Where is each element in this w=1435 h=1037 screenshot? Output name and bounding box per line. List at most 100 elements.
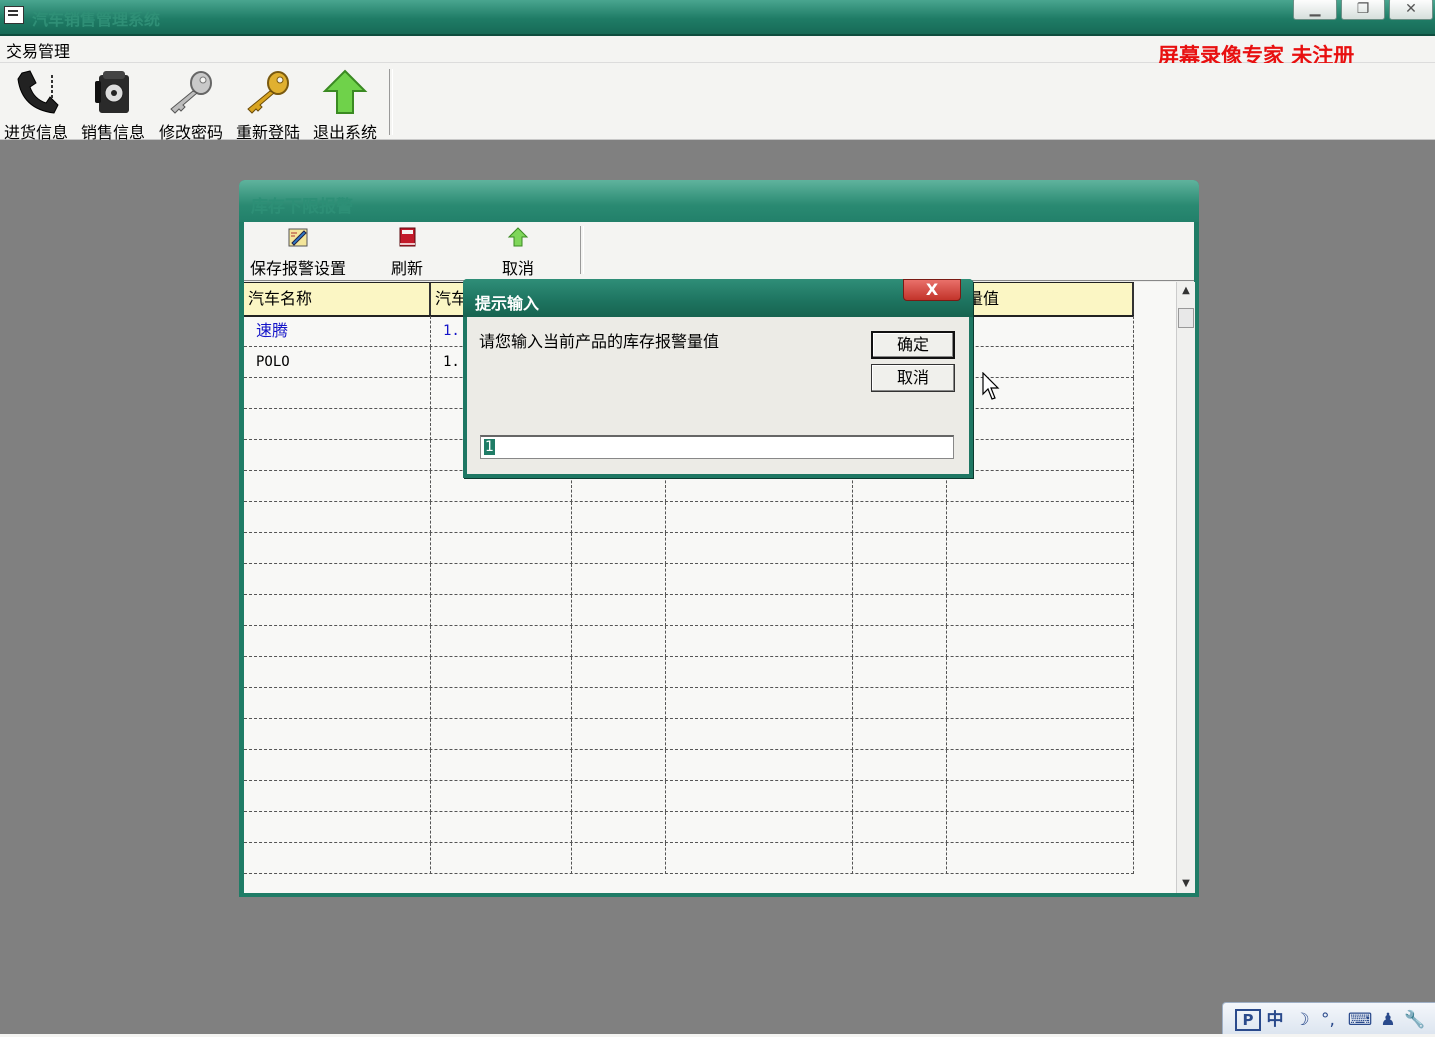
restore-button[interactable]: ❐ <box>1341 0 1385 20</box>
table-cell[interactable] <box>572 657 666 688</box>
table-cell[interactable] <box>431 564 572 595</box>
alarm-value-input[interactable]: 1 <box>480 435 954 459</box>
table-cell[interactable] <box>431 595 572 626</box>
dialog-title-bar[interactable]: 提示输入 X <box>463 279 973 317</box>
table-row[interactable] <box>244 595 1134 626</box>
table-cell[interactable] <box>431 657 572 688</box>
table-cell[interactable] <box>244 440 431 471</box>
table-cell[interactable] <box>431 812 572 843</box>
table-cell[interactable] <box>853 843 947 874</box>
user-icon[interactable]: ♟ <box>1377 1009 1399 1031</box>
table-cell[interactable] <box>572 502 666 533</box>
exit-system-button[interactable]: 退出系统 <box>306 67 384 142</box>
table-cell[interactable] <box>947 440 1134 471</box>
table-cell[interactable] <box>853 750 947 781</box>
table-cell[interactable] <box>947 750 1134 781</box>
table-cell[interactable] <box>572 843 666 874</box>
table-cell[interactable] <box>853 564 947 595</box>
table-cell[interactable] <box>572 781 666 812</box>
grid-vertical-scrollbar[interactable]: ▲ ▼ <box>1176 282 1195 893</box>
header-car-name[interactable]: 汽车名称 <box>244 283 431 315</box>
table-cell[interactable] <box>244 843 431 874</box>
table-cell[interactable] <box>947 812 1134 843</box>
moon-icon[interactable]: ☽ <box>1291 1009 1313 1031</box>
keyboard-icon[interactable]: ⌨ <box>1347 1009 1373 1031</box>
cell-car-name[interactable]: 速腾 <box>244 316 431 347</box>
table-row[interactable] <box>244 812 1134 843</box>
table-cell[interactable] <box>431 843 572 874</box>
dialog-close-button[interactable]: X <box>903 279 961 301</box>
table-cell[interactable] <box>947 316 1134 347</box>
inventory-alarm-title-bar[interactable]: 库存下限报警 <box>239 180 1199 222</box>
table-cell[interactable] <box>853 812 947 843</box>
table-row[interactable] <box>244 657 1134 688</box>
table-cell[interactable] <box>244 409 431 440</box>
table-row[interactable] <box>244 502 1134 533</box>
table-cell[interactable] <box>666 812 853 843</box>
table-cell[interactable] <box>947 471 1134 502</box>
table-cell[interactable] <box>572 812 666 843</box>
table-cell[interactable] <box>431 502 572 533</box>
table-cell[interactable] <box>431 781 572 812</box>
ime-chinese-mode[interactable]: 中 <box>1263 1009 1287 1031</box>
table-cell[interactable] <box>853 502 947 533</box>
table-cell[interactable] <box>244 750 431 781</box>
table-row[interactable] <box>244 564 1134 595</box>
table-row[interactable] <box>244 750 1134 781</box>
table-cell[interactable] <box>244 502 431 533</box>
change-password-button[interactable]: 修改密码 <box>152 67 230 142</box>
table-cell[interactable] <box>666 719 853 750</box>
close-button[interactable]: ✕ <box>1389 0 1433 20</box>
table-cell[interactable] <box>947 688 1134 719</box>
table-cell[interactable] <box>666 750 853 781</box>
table-cell[interactable] <box>947 409 1134 440</box>
alarm-cancel-button[interactable]: 取消 <box>493 226 543 278</box>
refresh-button[interactable]: 刷新 <box>382 226 432 278</box>
table-cell[interactable] <box>853 595 947 626</box>
table-cell[interactable] <box>947 595 1134 626</box>
table-cell[interactable] <box>666 657 853 688</box>
table-cell[interactable] <box>244 626 431 657</box>
table-row[interactable] <box>244 533 1134 564</box>
table-cell[interactable] <box>572 564 666 595</box>
table-row[interactable] <box>244 719 1134 750</box>
sales-info-button[interactable]: 销售信息 <box>74 67 152 142</box>
table-cell[interactable] <box>431 533 572 564</box>
table-cell[interactable] <box>947 657 1134 688</box>
scroll-thumb[interactable] <box>1178 308 1194 328</box>
table-cell[interactable] <box>666 688 853 719</box>
table-cell[interactable] <box>666 781 853 812</box>
table-cell[interactable] <box>947 564 1134 595</box>
table-row[interactable] <box>244 843 1134 874</box>
table-cell[interactable] <box>431 626 572 657</box>
table-cell[interactable] <box>666 564 853 595</box>
table-cell[interactable] <box>244 471 431 502</box>
table-cell[interactable] <box>244 688 431 719</box>
cell-car-name[interactable]: POLO <box>244 347 431 378</box>
table-cell[interactable] <box>666 626 853 657</box>
table-cell[interactable] <box>431 688 572 719</box>
table-cell[interactable] <box>572 750 666 781</box>
table-cell[interactable] <box>853 719 947 750</box>
table-cell[interactable] <box>431 719 572 750</box>
table-cell[interactable] <box>244 657 431 688</box>
table-cell[interactable] <box>947 626 1134 657</box>
table-row[interactable] <box>244 688 1134 719</box>
punctuation-icon[interactable]: °, <box>1317 1009 1339 1031</box>
table-cell[interactable] <box>244 595 431 626</box>
table-cell[interactable] <box>947 719 1134 750</box>
table-cell[interactable] <box>244 564 431 595</box>
table-cell[interactable] <box>431 750 572 781</box>
table-cell[interactable] <box>947 781 1134 812</box>
table-cell[interactable] <box>947 533 1134 564</box>
table-cell[interactable] <box>853 533 947 564</box>
table-cell[interactable] <box>244 378 431 409</box>
dialog-cancel-button[interactable]: 取消 <box>871 364 955 392</box>
table-cell[interactable] <box>666 843 853 874</box>
table-cell[interactable] <box>947 347 1134 378</box>
table-cell[interactable] <box>572 688 666 719</box>
purchase-info-button[interactable]: 进货信息 <box>0 67 75 142</box>
table-row[interactable] <box>244 626 1134 657</box>
table-cell[interactable] <box>853 657 947 688</box>
table-cell[interactable] <box>572 533 666 564</box>
